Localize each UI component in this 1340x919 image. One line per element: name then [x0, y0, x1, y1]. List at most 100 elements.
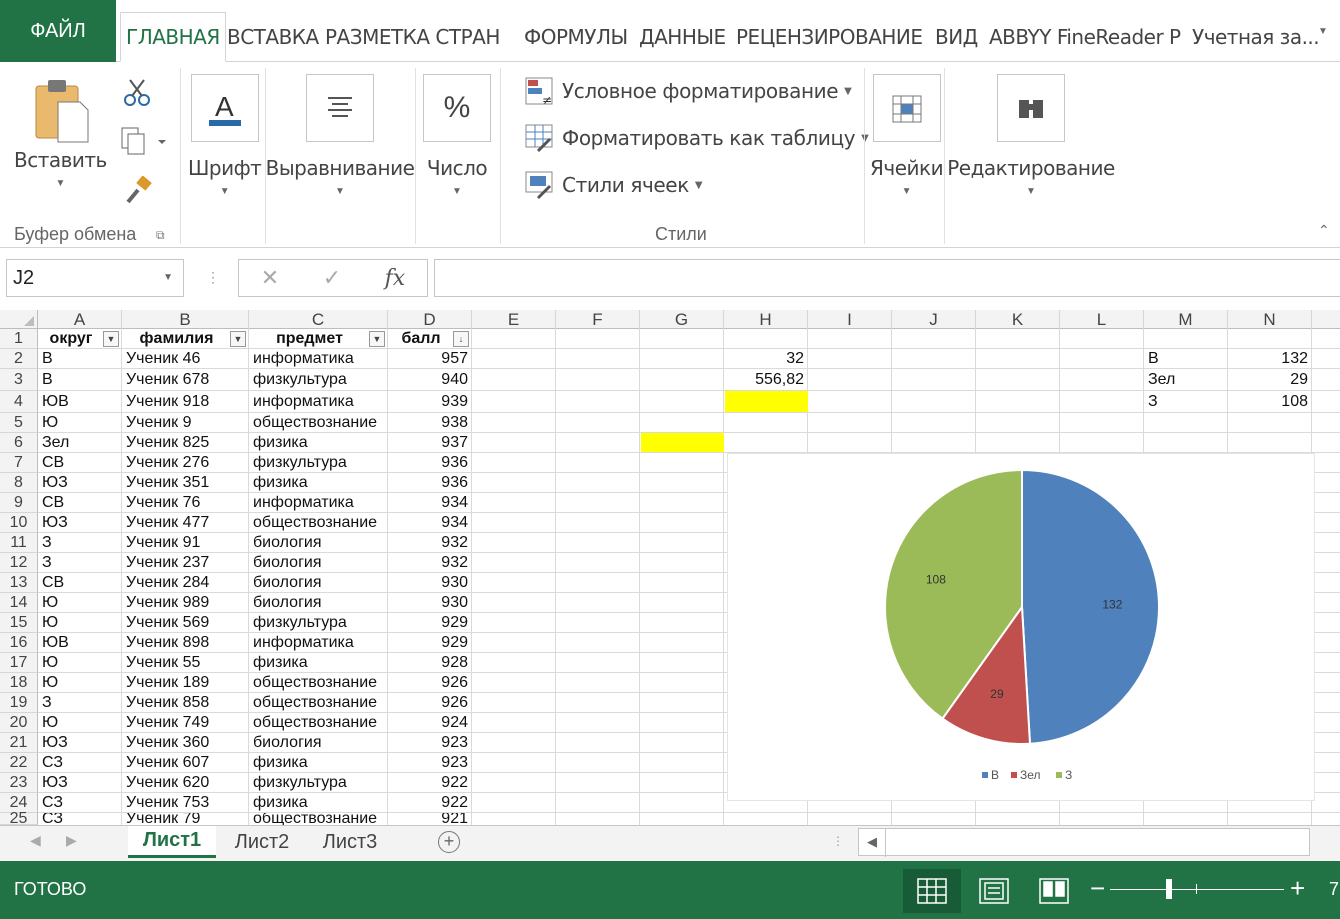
table-cell[interactable]: Ученик 284: [122, 573, 249, 593]
table-cell[interactable]: информатика: [249, 493, 388, 513]
row-header[interactable]: 3: [0, 369, 38, 391]
table-cell[interactable]: Ю: [38, 673, 122, 693]
table-cell[interactable]: Ученик 898: [122, 633, 249, 653]
table-cell[interactable]: СЗ: [38, 793, 122, 813]
table-cell[interactable]: Ученик 620: [122, 773, 249, 793]
table-cell[interactable]: Ученик 360: [122, 733, 249, 753]
row-header[interactable]: 8: [0, 473, 38, 493]
column-header[interactable]: H: [724, 310, 808, 329]
table-cell[interactable]: ЮВ: [38, 633, 122, 653]
row-header[interactable]: 23: [0, 773, 38, 793]
table-cell[interactable]: физкультура: [249, 613, 388, 633]
pie-chart[interactable]: 132 29 108 В Зел З: [727, 453, 1315, 801]
table-cell[interactable]: ЮВ: [38, 391, 122, 413]
table-cell[interactable]: биология: [249, 733, 388, 753]
column-header[interactable]: A: [38, 310, 122, 329]
table-cell[interactable]: обществознание: [249, 413, 388, 433]
row-header[interactable]: 19: [0, 693, 38, 713]
row-header[interactable]: 18: [0, 673, 38, 693]
sheet-tab-2[interactable]: Лист2: [220, 826, 304, 858]
tab-data[interactable]: ДАННЫЕ: [634, 12, 731, 62]
table-cell[interactable]: физика: [249, 473, 388, 493]
page-break-view-icon[interactable]: [1025, 869, 1083, 913]
name-box[interactable]: J2 ▼: [6, 259, 184, 297]
table-cell[interactable]: 928: [388, 653, 472, 673]
table-cell[interactable]: физика: [249, 753, 388, 773]
formula-input[interactable]: [434, 259, 1340, 297]
tab-file[interactable]: ФАЙЛ: [0, 0, 116, 62]
table-cell[interactable]: ЮЗ: [38, 473, 122, 493]
table-cell[interactable]: 923: [388, 733, 472, 753]
column-header[interactable]: B: [122, 310, 249, 329]
table-cell[interactable]: В: [38, 369, 122, 391]
row-header[interactable]: 22: [0, 753, 38, 773]
table-cell[interactable]: СЗ: [38, 753, 122, 773]
table-cell[interactable]: физкультура: [249, 773, 388, 793]
paste-button[interactable]: Вставить ▼: [14, 76, 107, 189]
column-header[interactable]: M: [1144, 310, 1228, 329]
row-header[interactable]: 11: [0, 533, 38, 553]
table-header-cell[interactable]: фамилия: [122, 329, 231, 349]
row-header[interactable]: 21: [0, 733, 38, 753]
table-cell[interactable]: обществознание: [249, 673, 388, 693]
table-cell[interactable]: СВ: [38, 573, 122, 593]
table-cell[interactable]: 929: [388, 633, 472, 653]
table-cell[interactable]: 934: [388, 513, 472, 533]
page-layout-view-icon[interactable]: [965, 869, 1023, 913]
row-header[interactable]: 7: [0, 453, 38, 473]
format-painter-icon[interactable]: [124, 175, 154, 211]
table-cell[interactable]: Ю: [38, 413, 122, 433]
table-cell[interactable]: Ученик 989: [122, 593, 249, 613]
table-cell[interactable]: Ученик 753: [122, 793, 249, 813]
summary-value-cell[interactable]: 29: [1228, 369, 1312, 391]
table-cell[interactable]: Ученик 569: [122, 613, 249, 633]
table-cell[interactable]: 957: [388, 349, 472, 369]
number-button[interactable]: % Число ▼: [423, 74, 491, 197]
table-cell[interactable]: Ученик 76: [122, 493, 249, 513]
table-cell[interactable]: Ученик 918: [122, 391, 249, 413]
insert-function-icon[interactable]: fx: [385, 266, 406, 291]
column-header[interactable]: E: [472, 310, 556, 329]
table-header-cell[interactable]: балл: [388, 329, 454, 349]
table-cell[interactable]: В: [38, 349, 122, 369]
alignment-button[interactable]: Выравнивание ▼: [266, 74, 415, 197]
table-cell[interactable]: обществознание: [249, 813, 388, 825]
table-cell[interactable]: обществознание: [249, 513, 388, 533]
column-header[interactable]: N: [1228, 310, 1312, 329]
table-cell[interactable]: физика: [249, 653, 388, 673]
table-cell[interactable]: ЮЗ: [38, 773, 122, 793]
table-cell[interactable]: Ученик 46: [122, 349, 249, 369]
font-button[interactable]: A Шрифт ▼: [188, 74, 262, 197]
zoom-in-icon[interactable]: +: [1290, 875, 1305, 901]
summary-label-cell[interactable]: В: [1144, 349, 1228, 369]
tab-account[interactable]: Учетная за...: [1187, 12, 1324, 62]
table-cell[interactable]: биология: [249, 553, 388, 573]
column-header[interactable]: L: [1060, 310, 1144, 329]
table-cell[interactable]: 932: [388, 553, 472, 573]
row-header[interactable]: 12: [0, 553, 38, 573]
table-cell[interactable]: СВ: [38, 453, 122, 473]
row-header[interactable]: 2: [0, 349, 38, 369]
row-header[interactable]: 6: [0, 433, 38, 453]
column-header[interactable]: D: [388, 310, 472, 329]
tab-abbyy[interactable]: ABBYY FineReader Р: [984, 12, 1186, 62]
table-cell[interactable]: биология: [249, 533, 388, 553]
cell-styles-button[interactable]: Стили ячеек ▼: [524, 170, 703, 200]
column-header[interactable]: F: [556, 310, 640, 329]
zoom-slider[interactable]: [1110, 889, 1284, 890]
zoom-out-icon[interactable]: −: [1090, 875, 1105, 901]
filter-dropdown-icon[interactable]: ▼: [369, 331, 385, 347]
filter-dropdown-icon[interactable]: ▼: [230, 331, 246, 347]
row-header[interactable]: 20: [0, 713, 38, 733]
tab-page-layout[interactable]: РАЗМЕТКА СТРАН: [320, 12, 505, 62]
pie-slice-0[interactable]: [1021, 468, 1160, 745]
highlighted-cell[interactable]: [641, 433, 724, 452]
row-header[interactable]: 5: [0, 413, 38, 433]
scroll-left-arrow-icon[interactable]: ◀: [867, 834, 877, 850]
tab-review[interactable]: РЕЦЕНЗИРОВАНИЕ: [731, 12, 928, 62]
table-cell[interactable]: Ученик 607: [122, 753, 249, 773]
column-header[interactable]: J: [892, 310, 976, 329]
dialog-launcher-icon[interactable]: ⧉: [156, 228, 165, 243]
table-cell[interactable]: физика: [249, 433, 388, 453]
tab-overflow-icon[interactable]: ▼: [1318, 26, 1328, 37]
